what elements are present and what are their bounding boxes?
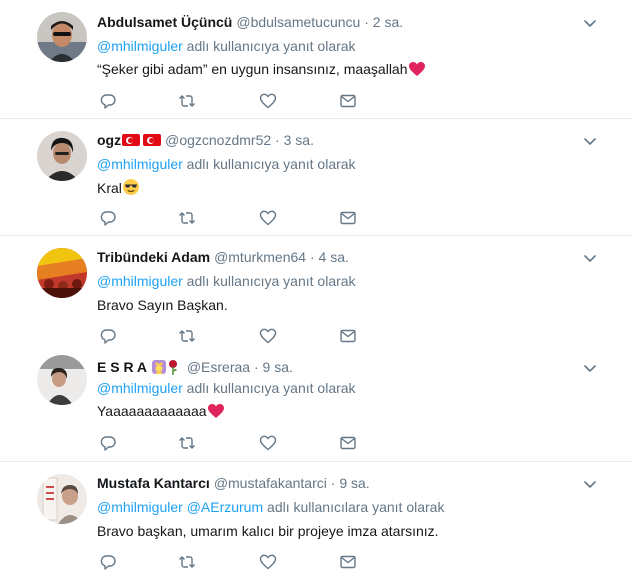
direct-message-icon[interactable]	[339, 327, 359, 347]
tweet-divider	[0, 235, 633, 236]
direct-message-icon[interactable]	[339, 434, 359, 454]
mention-link[interactable]: @AErzurum	[187, 499, 263, 515]
retweet-icon[interactable]	[178, 553, 198, 573]
replying-to: @mhilmiguler adlı kullanıcıya yanıt olar…	[97, 379, 356, 397]
avatar[interactable]	[37, 12, 87, 62]
timestamp[interactable]: 4 sa.	[319, 249, 349, 265]
chevron-down-icon[interactable]	[582, 133, 598, 149]
tweet-text: Bravo Sayın Başkan.	[97, 296, 228, 314]
tweet-actions	[97, 553, 377, 573]
display-name[interactable]: Tribündeki Adam	[97, 249, 210, 265]
tweet-actions	[97, 92, 377, 112]
replying-to-label: adlı kullanıcıya yanıt olarak	[182, 380, 356, 396]
tweet-header: Tribündeki Adam @mturkmen64 · 4 sa.	[97, 248, 349, 266]
tweet-text: Bravo başkan, umarım kalıcı bir projeye …	[97, 522, 439, 540]
user-handle[interactable]: @ogzcnozdmr52	[165, 132, 271, 148]
timestamp[interactable]: 3 sa.	[284, 132, 314, 148]
separator-dot: ·	[253, 359, 259, 375]
retweet-icon[interactable]	[178, 327, 198, 347]
avatar[interactable]	[37, 474, 87, 524]
tweet-header: Abdulsamet Üçüncü @bdulsametucuncu · 2 sa…	[97, 13, 403, 31]
display-name[interactable]: Abdulsamet Üçüncü	[97, 14, 232, 30]
separator-dot: ·	[330, 475, 336, 491]
replying-to: @mhilmiguler adlı kullanıcıya yanıt olar…	[97, 37, 356, 55]
user-handle[interactable]: @mturkmen64	[214, 249, 306, 265]
chevron-down-icon[interactable]	[582, 476, 598, 492]
replying-to-label: adlı kullanıcılara yanıt olarak	[263, 499, 445, 515]
display-name[interactable]: ogz	[97, 132, 121, 148]
avatar[interactable]	[37, 355, 87, 405]
like-icon[interactable]	[259, 92, 279, 112]
replying-to-label: adlı kullanıcıya yanıt olarak	[182, 156, 356, 172]
separator-dot: ·	[364, 14, 369, 30]
direct-message-icon[interactable]	[339, 92, 359, 112]
tweet-text-body: “Şeker gibi adam” en uygun insansınız, m…	[97, 61, 408, 77]
reply-icon[interactable]	[99, 553, 119, 573]
turkish-flag-icon	[143, 134, 162, 146]
separator-dot: ·	[309, 249, 315, 265]
replying-to-label: adlı kullanıcıya yanıt olarak	[182, 273, 356, 289]
chevron-down-icon[interactable]	[582, 360, 598, 376]
rose-emoji-icon	[167, 359, 179, 379]
tweet-actions	[97, 434, 377, 454]
turkish-flag-icon	[122, 134, 141, 146]
avatar[interactable]	[37, 248, 87, 298]
display-name[interactable]: E S R A	[97, 359, 147, 375]
reply-icon[interactable]	[99, 92, 119, 112]
timestamp[interactable]: 9 sa.	[339, 475, 369, 491]
reply-icon[interactable]	[99, 209, 119, 229]
timestamp[interactable]: 2 sa.	[373, 14, 403, 30]
mention-link[interactable]: @mhilmiguler	[97, 380, 183, 396]
reply-icon[interactable]	[99, 327, 119, 347]
tweet-text-body: Kral	[97, 180, 122, 196]
mention-link[interactable]: @mhilmiguler	[97, 499, 183, 515]
tweet-divider	[0, 461, 633, 462]
replying-to: @mhilmiguler @AErzurum adlı kullanıcılar…	[97, 498, 444, 516]
tweet-text: Yaaaaaaaaaaaaa	[97, 402, 225, 423]
mention-link[interactable]: @mhilmiguler	[97, 156, 183, 172]
replying-to: @mhilmiguler adlı kullanıcıya yanıt olar…	[97, 272, 356, 290]
user-handle[interactable]: @bdulsametucuncu	[236, 14, 360, 30]
reply-icon[interactable]	[99, 434, 119, 454]
display-name[interactable]: Mustafa Kantarcı	[97, 475, 210, 491]
chevron-down-icon[interactable]	[582, 250, 598, 266]
heart-emoji-icon	[408, 61, 426, 81]
retweet-icon[interactable]	[178, 92, 198, 112]
tweet-divider	[0, 118, 633, 119]
retweet-icon[interactable]	[178, 434, 198, 454]
mention-link[interactable]: @mhilmiguler	[97, 38, 183, 54]
timestamp[interactable]: 9 sa.	[263, 359, 293, 375]
separator-dot: ·	[275, 132, 280, 148]
mention-link[interactable]: @mhilmiguler	[97, 273, 183, 289]
tweet-text: Kral	[97, 178, 140, 200]
tweet-header: ogz @ogzcnozdmr52 · 3 sa.	[97, 131, 314, 149]
tweet-actions	[97, 327, 377, 347]
tweet-header: E S R A @Esreraa · 9 sa.	[97, 358, 293, 379]
heart-emoji-icon	[207, 403, 225, 423]
like-icon[interactable]	[259, 209, 279, 229]
like-icon[interactable]	[259, 553, 279, 573]
direct-message-icon[interactable]	[339, 209, 359, 229]
like-icon[interactable]	[259, 434, 279, 454]
tweet-text-body: Yaaaaaaaaaaaaa	[97, 403, 207, 419]
tweet-text: “Şeker gibi adam” en uygun insansınız, m…	[97, 60, 426, 81]
sunglasses-emoji-icon	[122, 178, 140, 200]
tweet-text-body: Bravo Sayın Başkan.	[97, 297, 228, 313]
tweet-header: Mustafa Kantarcı @mustafakantarci · 9 sa.	[97, 474, 370, 492]
princess-emoji-icon	[151, 359, 167, 379]
chevron-down-icon[interactable]	[582, 15, 598, 31]
tweet-text-body: Bravo başkan, umarım kalıcı bir projeye …	[97, 523, 439, 539]
tweet-actions	[97, 209, 377, 229]
like-icon[interactable]	[259, 327, 279, 347]
direct-message-icon[interactable]	[339, 553, 359, 573]
retweet-icon[interactable]	[178, 209, 198, 229]
user-handle[interactable]: @Esreraa	[187, 359, 250, 375]
replying-to: @mhilmiguler adlı kullanıcıya yanıt olar…	[97, 155, 356, 173]
replying-to-label: adlı kullanıcıya yanıt olarak	[182, 38, 356, 54]
avatar[interactable]	[37, 131, 87, 181]
user-handle[interactable]: @mustafakantarci	[214, 475, 327, 491]
